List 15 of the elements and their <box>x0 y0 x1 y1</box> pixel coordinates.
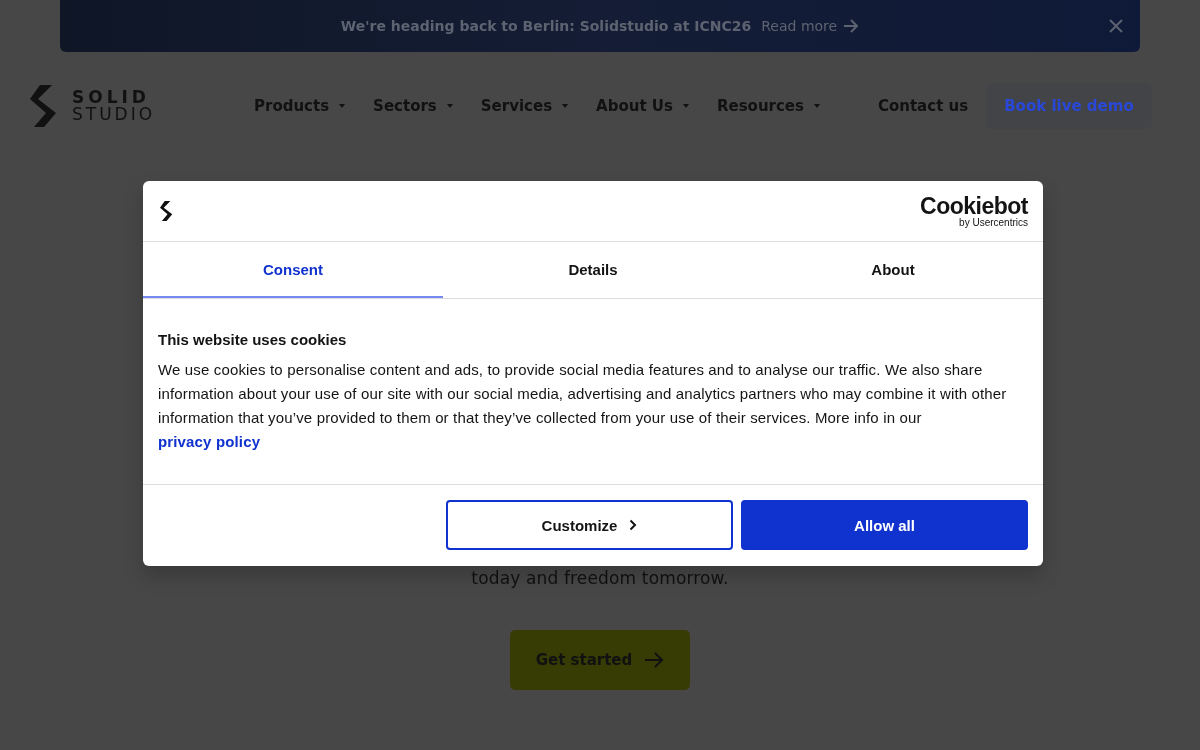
banner-text: We're heading back to Berlin: Solidstudio at ICNC26 <box>340 18 752 34</box>
chevron-right-icon <box>629 519 638 531</box>
read-more-link[interactable]: Read more <box>761 18 860 34</box>
dialog-body-text: We use cookies to personalise content and ads, to provide social media features and to analyse our traffic. We also share information about your use of our site with our social media, advertising and analytics partners who may combine it with other information that you’ve provided to them or that they’ve collected from your use of their services. More info in our privacy policy <box>158 360 1008 452</box>
allow-all-button[interactable]: Allow all <box>741 500 1028 550</box>
arrow-right-icon <box>843 19 860 33</box>
privacy-policy-link[interactable]: privacy policy <box>158 433 261 450</box>
dialog-tab[interactable]: Consent <box>143 242 443 298</box>
cookiebot-logo-text: Cookiebot <box>920 194 1028 218</box>
customize-button[interactable]: Customize <box>446 500 733 550</box>
book-demo-button[interactable]: Book live demo <box>986 83 1152 129</box>
close-icon[interactable] <box>1108 18 1124 34</box>
dialog-title: This website uses cookies <box>158 331 348 348</box>
cookiebot-byline: by Usercentrics <box>959 217 1028 228</box>
arrow-right-icon <box>644 652 665 668</box>
